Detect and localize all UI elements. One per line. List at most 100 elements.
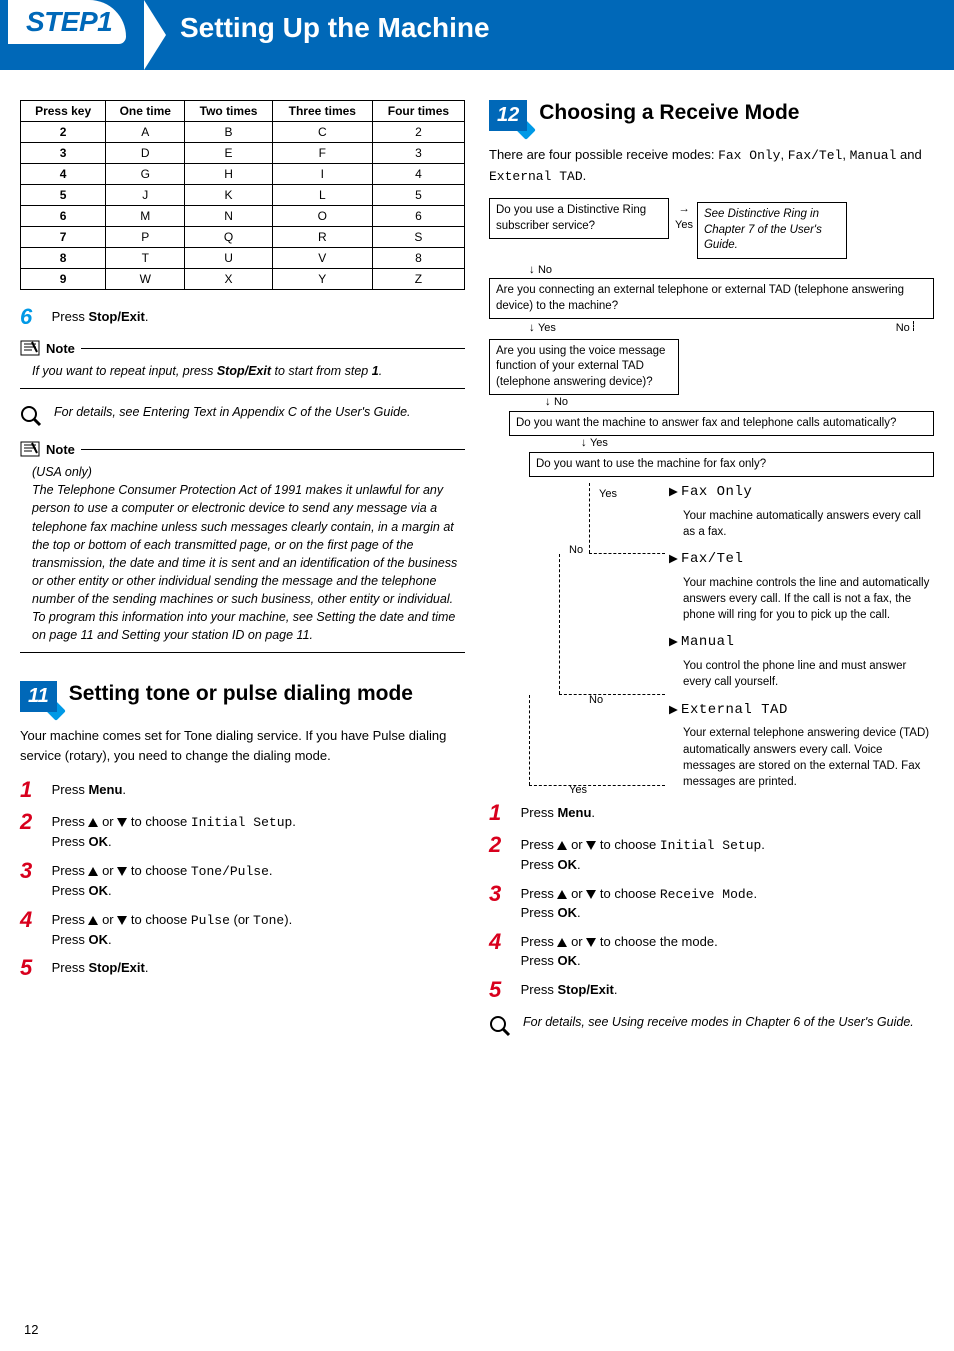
table-cell: 3: [21, 143, 106, 164]
text: to choose: [127, 912, 191, 927]
step-text: Press or to choose the mode. Press OK.: [521, 929, 932, 971]
step-12-5: 5 Press Stop/Exit.: [489, 977, 934, 1003]
mode-manual: Manual: [681, 634, 734, 650]
text: Press: [52, 912, 89, 927]
text: Press: [52, 782, 89, 797]
flow-no: No: [554, 396, 568, 408]
text-bold: Stop/Exit: [88, 960, 144, 975]
step-text: Press or to choose Initial Setup. Press …: [52, 809, 463, 852]
step-text: Press Stop/Exit.: [521, 977, 932, 1000]
step-11-5: 5 Press Stop/Exit.: [20, 955, 465, 981]
section-badge: 11: [20, 681, 57, 712]
text-bold: OK: [557, 953, 577, 968]
text: Press: [52, 932, 89, 947]
down-arrow-icon: [586, 938, 596, 947]
table-cell: 2: [21, 122, 106, 143]
mode-fax-only: Fax Only: [681, 484, 752, 500]
step-12-2: 2 Press or to choose Initial Setup. Pres…: [489, 832, 934, 875]
text-bold: 1: [372, 364, 379, 378]
table-row: 2ABC2: [21, 122, 465, 143]
text: Press: [521, 982, 558, 997]
section-intro: Your machine comes set for Tone dialing …: [20, 726, 465, 765]
page-number: 12: [24, 1322, 38, 1337]
text: .: [108, 932, 112, 947]
mono-text: Tone: [253, 913, 284, 928]
down-arrow-icon: [586, 890, 596, 899]
info-text: For details, see Entering Text in Append…: [54, 403, 411, 421]
note-body: If you want to repeat input, press Stop/…: [20, 360, 465, 389]
text: or: [567, 934, 586, 949]
down-arrow-icon: [117, 916, 127, 925]
table-header: Three times: [272, 101, 372, 122]
text: to choose: [596, 886, 660, 901]
step-text: Press or to choose Tone/Pulse. Press OK.: [52, 858, 463, 901]
chevron-right-icon: [144, 0, 166, 70]
text: Press: [521, 857, 558, 872]
mode-fax-tel: Fax/Tel: [681, 551, 743, 567]
table-cell: U: [185, 248, 273, 269]
table-cell: I: [272, 164, 372, 185]
text: There are four possible receive modes:: [489, 147, 718, 162]
flow-yes: Yes: [599, 487, 617, 502]
table-row: 7PQRS: [21, 227, 465, 248]
mono-text: Manual: [850, 148, 897, 163]
text: .: [577, 857, 581, 872]
flow-no: No: [538, 264, 552, 276]
table-row: 3DEF3: [21, 143, 465, 164]
table-cell: 6: [372, 206, 464, 227]
text: .: [577, 953, 581, 968]
section-intro: There are four possible receive modes: F…: [489, 145, 934, 186]
step-number: 3: [20, 858, 48, 884]
right-column: 1 2 Choosing a Receive Mode There are fou…: [489, 100, 934, 1051]
table-header: Four times: [372, 101, 464, 122]
table-header: One time: [106, 101, 185, 122]
table-cell: S: [372, 227, 464, 248]
table-cell: M: [106, 206, 185, 227]
section-title: Choosing a Receive Mode: [539, 100, 799, 125]
table-cell: 8: [372, 248, 464, 269]
mono-text: External TAD: [489, 169, 583, 184]
table-row: 8TUV8: [21, 248, 465, 269]
step-number: 4: [489, 929, 517, 955]
flow-yes: Yes: [675, 218, 693, 233]
flow-q1-yes-result: See Distinctive Ring in Chapter 7 of the…: [697, 202, 847, 259]
text-bold: OK: [88, 932, 108, 947]
step-6: 6 Press Stop/Exit.: [20, 304, 465, 330]
step-number: 5: [489, 977, 517, 1003]
text: .: [583, 168, 587, 183]
note-label: Note: [46, 341, 75, 356]
step-number: 1: [489, 800, 517, 826]
text: .: [108, 834, 112, 849]
step-12-4: 4 Press or to choose the mode. Press OK.: [489, 929, 934, 971]
table-cell: B: [185, 122, 273, 143]
text: to choose the mode.: [596, 934, 717, 949]
step-number: 4: [20, 907, 48, 933]
note-body: (USA only) The Telephone Consumer Protec…: [20, 461, 465, 653]
table-cell: E: [185, 143, 273, 164]
step-text: Press Menu.: [52, 777, 463, 800]
step-11-4: 4 Press or to choose Pulse (or Tone). Pr…: [20, 907, 465, 950]
mono-text: Tone/Pulse: [191, 864, 269, 879]
text-bold: Stop/Exit: [217, 364, 271, 378]
flow-q2: Are you connecting an external telephone…: [489, 278, 934, 319]
section-title: Setting tone or pulse dialing mode: [69, 681, 413, 706]
table-cell: 3: [372, 143, 464, 164]
step-text: Press or to choose Receive Mode. Press O…: [521, 881, 932, 924]
text: .: [614, 982, 618, 997]
divider: [81, 449, 465, 450]
text-bold: Menu: [557, 805, 591, 820]
step-number: 2: [489, 832, 517, 858]
down-arrow-icon: [117, 867, 127, 876]
text: Press: [521, 905, 558, 920]
text: .: [292, 814, 296, 829]
section-11-header: 11 Setting tone or pulse dialing mode: [20, 681, 465, 712]
table-cell: 5: [21, 185, 106, 206]
table-row: 9WXYZ: [21, 269, 465, 290]
flow-yes: Yes: [569, 783, 587, 798]
text: .: [145, 960, 149, 975]
mono-text: Fax Only: [718, 148, 780, 163]
step-text: Press Stop/Exit.: [52, 955, 463, 978]
note-header: Note: [20, 441, 465, 457]
mono-text: Initial Setup: [660, 838, 761, 853]
table-cell: 4: [21, 164, 106, 185]
